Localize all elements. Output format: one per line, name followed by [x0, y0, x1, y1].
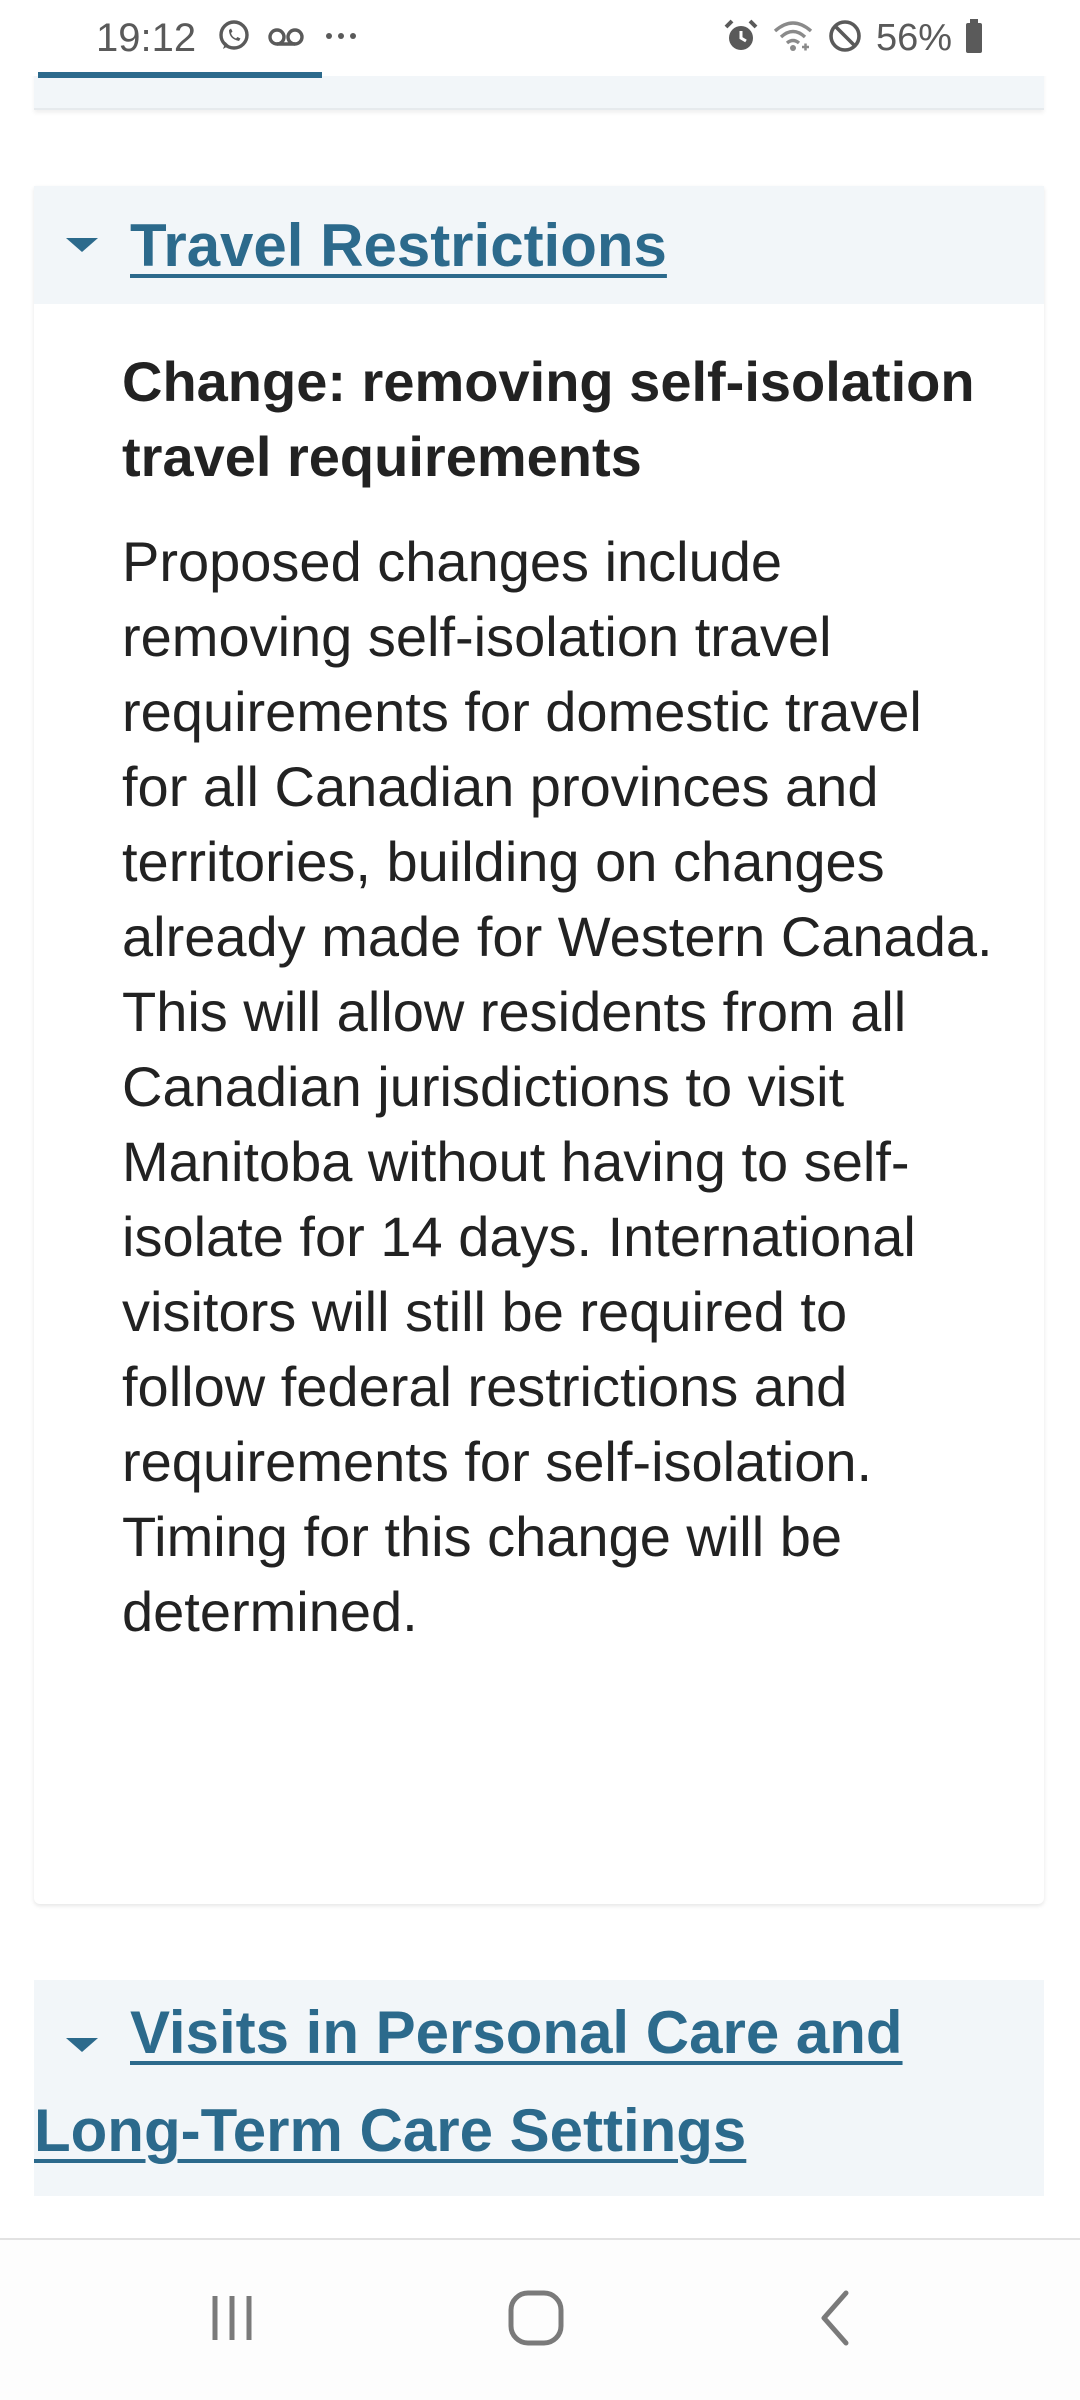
visits-care-settings-header[interactable]: Visits in Personal Care and Long-Term Ca…	[34, 1980, 1044, 2196]
travel-restrictions-header[interactable]: Travel Restrictions	[34, 186, 1044, 304]
voicemail-icon	[266, 18, 306, 59]
home-button[interactable]	[476, 2270, 596, 2370]
wifi-icon	[772, 17, 814, 60]
recent-apps-button[interactable]	[172, 2270, 292, 2370]
recent-apps-icon	[202, 2288, 262, 2353]
whatsapp-icon	[216, 18, 252, 59]
travel-restrictions-body: Change: removing self-isolation travel r…	[34, 304, 1044, 1649]
status-bar: 19:12 56%	[0, 0, 1080, 76]
travel-restrictions-link[interactable]: Travel Restrictions	[130, 208, 667, 284]
visits-care-settings-link[interactable]: Visits in Personal Care and Long-Term Ca…	[34, 1980, 1034, 2180]
active-tab-indicator	[38, 72, 322, 78]
caret-down-icon	[66, 238, 98, 252]
navigation-bar	[0, 2238, 1080, 2400]
home-icon	[503, 2285, 569, 2356]
battery-icon	[964, 17, 984, 60]
more-dots-icon	[320, 18, 362, 59]
back-button[interactable]	[776, 2270, 896, 2370]
status-left-icons	[216, 18, 362, 59]
battery-percentage: 56%	[875, 17, 952, 59]
change-heading: Change: removing self-isolation travel r…	[122, 350, 975, 488]
change-description: Proposed changes include removing self-i…	[122, 530, 993, 1643]
alarm-icon	[722, 17, 760, 60]
travel-restrictions-section: Travel Restrictions Change: removing sel…	[34, 186, 1044, 1904]
do-not-disturb-icon	[826, 17, 864, 60]
back-icon	[806, 2285, 866, 2356]
status-right-icons: 56%	[722, 12, 984, 64]
visits-care-settings-section: Visits in Personal Care and Long-Term Ca…	[34, 1980, 1044, 2196]
page: 19:12 56% Travel Restrictions Change: re…	[0, 0, 1080, 2400]
status-time: 19:12	[96, 16, 197, 60]
